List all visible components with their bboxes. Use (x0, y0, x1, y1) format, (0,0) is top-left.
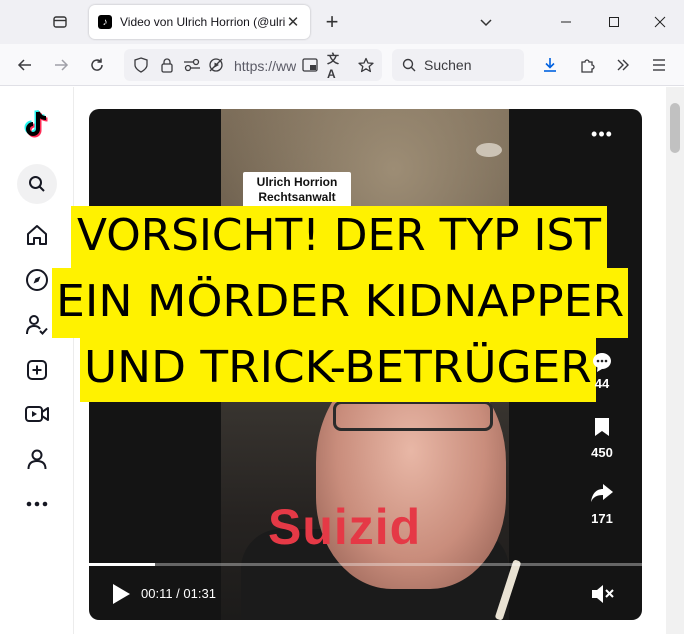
name-tag: Ulrich Horrion Rechtsanwalt (243, 172, 351, 210)
back-arrow-icon[interactable] (11, 51, 39, 79)
reload-icon[interactable] (83, 51, 111, 79)
comment-button[interactable]: 44 (584, 348, 620, 391)
minimize-icon[interactable] (546, 6, 586, 38)
translate-icon[interactable]: 文A (327, 52, 347, 81)
active-tab[interactable]: ♪ Video von Ulrich Horrion (@ulrich ✕ (89, 5, 310, 39)
picture-in-picture-icon[interactable] (300, 55, 320, 75)
share-button[interactable]: 171 (584, 479, 620, 526)
video-progress-fill (89, 563, 156, 566)
overlay-warning-line-2: EIN MÖRDER KIDNAPPER (52, 268, 628, 338)
extensions-puzzle-icon[interactable] (573, 51, 601, 79)
maximize-icon[interactable] (594, 6, 634, 38)
profile-icon[interactable] (22, 444, 52, 474)
comment-icon (584, 348, 620, 376)
hamburger-menu-icon[interactable] (645, 51, 673, 79)
firefox-view-icon[interactable] (46, 8, 74, 36)
muted-speaker-icon[interactable] (590, 582, 616, 606)
browser-tab-bar: ♪ Video von Ulrich Horrion (@ulrich ✕ + (0, 0, 684, 44)
bookmark-icon (584, 413, 620, 441)
url-text: https://www (234, 58, 296, 74)
caption-word: Suizid (268, 499, 422, 555)
time-display: 00:11 / 01:31 (141, 586, 216, 601)
tiktok-sidebar (0, 87, 74, 634)
name-tag-name: Ulrich Horrion (256, 175, 338, 189)
scrollbar-thumb[interactable] (670, 103, 680, 153)
video-progress-bar[interactable] (89, 563, 642, 566)
video-more-options-icon[interactable]: ••• (588, 124, 616, 146)
downloads-icon[interactable] (536, 51, 564, 79)
upload-plus-icon[interactable] (22, 355, 52, 385)
home-icon[interactable] (22, 220, 52, 250)
explore-compass-icon[interactable] (22, 265, 52, 295)
share-icon (584, 479, 620, 507)
overflow-chevrons-icon[interactable] (609, 51, 637, 79)
web-search-field[interactable]: Suchen (392, 49, 524, 81)
tiktok-favicon-icon: ♪ (98, 15, 112, 29)
list-all-tabs-chevron-down-icon[interactable] (472, 8, 500, 36)
ceiling-lamp (476, 143, 502, 157)
search-icon (29, 176, 45, 192)
comments-count: 44 (594, 376, 610, 391)
browser-navigation-bar: https://www 文A Suchen (0, 44, 684, 86)
search-button[interactable] (17, 164, 57, 204)
close-window-icon[interactable] (640, 6, 680, 38)
autoplay-blocked-icon[interactable] (206, 55, 226, 75)
following-icon[interactable] (22, 310, 52, 340)
person-glasses (333, 401, 493, 431)
permissions-icon[interactable] (182, 55, 202, 75)
address-bar[interactable]: https://www 文A (124, 49, 382, 81)
tab-close-icon[interactable]: ✕ (283, 12, 303, 32)
saves-count: 450 (591, 445, 613, 460)
tiktok-logo-icon[interactable] (24, 109, 52, 139)
lock-icon[interactable] (157, 55, 177, 75)
overlay-warning-line-1: VORSICHT! DER TYP IST (71, 206, 607, 268)
search-icon (402, 58, 416, 72)
name-tag-title: Rechtsanwalt (258, 190, 336, 204)
bookmark-star-icon[interactable] (356, 55, 376, 75)
search-placeholder: Suchen (424, 57, 472, 73)
save-button[interactable]: 450 (584, 413, 620, 460)
shares-count: 171 (591, 511, 613, 526)
overlay-warning-line-3: UND TRICK-BETRÜGER (80, 338, 596, 402)
new-tab-button[interactable]: + (318, 8, 346, 36)
page-scrollbar[interactable] (666, 87, 684, 634)
play-icon[interactable] (110, 582, 134, 606)
tracking-protection-shield-icon[interactable] (131, 55, 151, 75)
forward-arrow-icon[interactable] (47, 51, 75, 79)
more-icon[interactable] (22, 489, 52, 519)
tab-title: Video von Ulrich Horrion (@ulrich (120, 15, 285, 29)
live-video-icon[interactable] (22, 399, 52, 429)
